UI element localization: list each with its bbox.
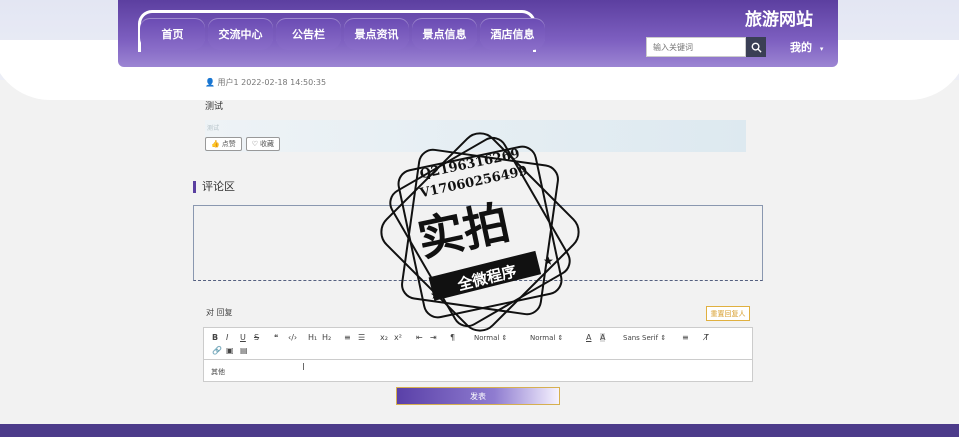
align-icon[interactable]: ≡ [682, 333, 689, 342]
heading1-icon[interactable]: H₁ [308, 333, 317, 342]
post-actions: 👍 点赞 ♡ 收藏 [205, 137, 280, 151]
search-icon [751, 42, 762, 53]
image-icon[interactable]: ▣ [226, 346, 234, 355]
background-color-icon[interactable]: A [600, 333, 606, 342]
nav-item-home[interactable]: 首页 [140, 18, 205, 50]
heading2-icon[interactable]: H₂ [322, 333, 331, 342]
link-icon[interactable]: 🔗 [212, 346, 222, 355]
main-nav: 首页 交流中心 公告栏 景点资讯 景点信息 酒店信息 [140, 18, 545, 50]
thumbs-up-icon: 👍 [211, 140, 220, 148]
code-icon[interactable]: ‹/› [288, 333, 297, 342]
editor-content[interactable]: 其他 [211, 367, 225, 377]
post-meta-text: 用户1 2022-02-18 14:50:35 [217, 78, 327, 87]
search-box [646, 37, 766, 57]
comment-section-title: 评论区 [193, 181, 235, 193]
heart-icon: ♡ [251, 140, 258, 148]
favorite-button[interactable]: ♡ 收藏 [245, 137, 280, 151]
site-header: 首页 交流中心 公告栏 景点资讯 景点信息 酒店信息 旅游网站 我的 ▾ [118, 0, 838, 67]
site-title: 旅游网站 [745, 10, 813, 30]
nav-item-scenic-news[interactable]: 景点资讯 [344, 18, 409, 50]
svg-text:★: ★ [543, 254, 554, 268]
nav-item-notice[interactable]: 公告栏 [276, 18, 341, 50]
user-menu[interactable]: 我的 ▾ [790, 39, 823, 55]
underline-icon[interactable]: U [240, 333, 246, 342]
like-label: 点赞 [221, 140, 236, 148]
nav-item-forum[interactable]: 交流中心 [208, 18, 273, 50]
favorite-label: 收藏 [260, 140, 274, 148]
reply-target-label: 对 回复 [206, 308, 233, 317]
banner-label: 测试 [207, 125, 220, 132]
bullet-list-icon[interactable]: ☰ [358, 333, 365, 342]
reset-reply-button[interactable]: 重置回复人 [706, 306, 750, 321]
watermark-stamp: ★ ★ Q2196316269 V17060256499 实拍 全微程序 [375, 127, 585, 337]
text-cursor-icon: I [302, 362, 305, 373]
page-footer [0, 424, 959, 437]
search-button[interactable] [746, 37, 766, 57]
nav-item-scenic-info[interactable]: 景点信息 [412, 18, 477, 50]
clear-format-icon[interactable]: T̸ [704, 333, 709, 342]
font-select-value: Sans Serif [623, 334, 659, 342]
svg-text:★: ★ [430, 288, 441, 302]
nav-item-hotel-info[interactable]: 酒店信息 [480, 18, 545, 50]
ordered-list-icon[interactable]: ≡ [344, 333, 351, 342]
font-color-icon[interactable]: A [586, 333, 591, 342]
submit-comment-button[interactable]: 发表 [396, 387, 560, 405]
font-select[interactable]: Sans Serif ⇕ [623, 334, 666, 342]
strike-icon[interactable]: S [254, 333, 259, 342]
like-button[interactable]: 👍 点赞 [205, 137, 242, 151]
user-icon: 👤 [205, 78, 215, 87]
blockquote-icon[interactable]: ❝ [274, 333, 278, 342]
search-input[interactable] [646, 37, 746, 57]
user-menu-label: 我的 [790, 41, 812, 54]
video-icon[interactable]: ▤ [240, 346, 248, 355]
bold-icon[interactable]: B [212, 333, 218, 342]
italic-icon[interactable]: I [226, 333, 228, 342]
chevron-down-icon: ▾ [819, 45, 824, 53]
post-content: 测试 [205, 102, 224, 112]
post-meta: 👤 用户1 2022-02-18 14:50:35 [205, 77, 326, 88]
